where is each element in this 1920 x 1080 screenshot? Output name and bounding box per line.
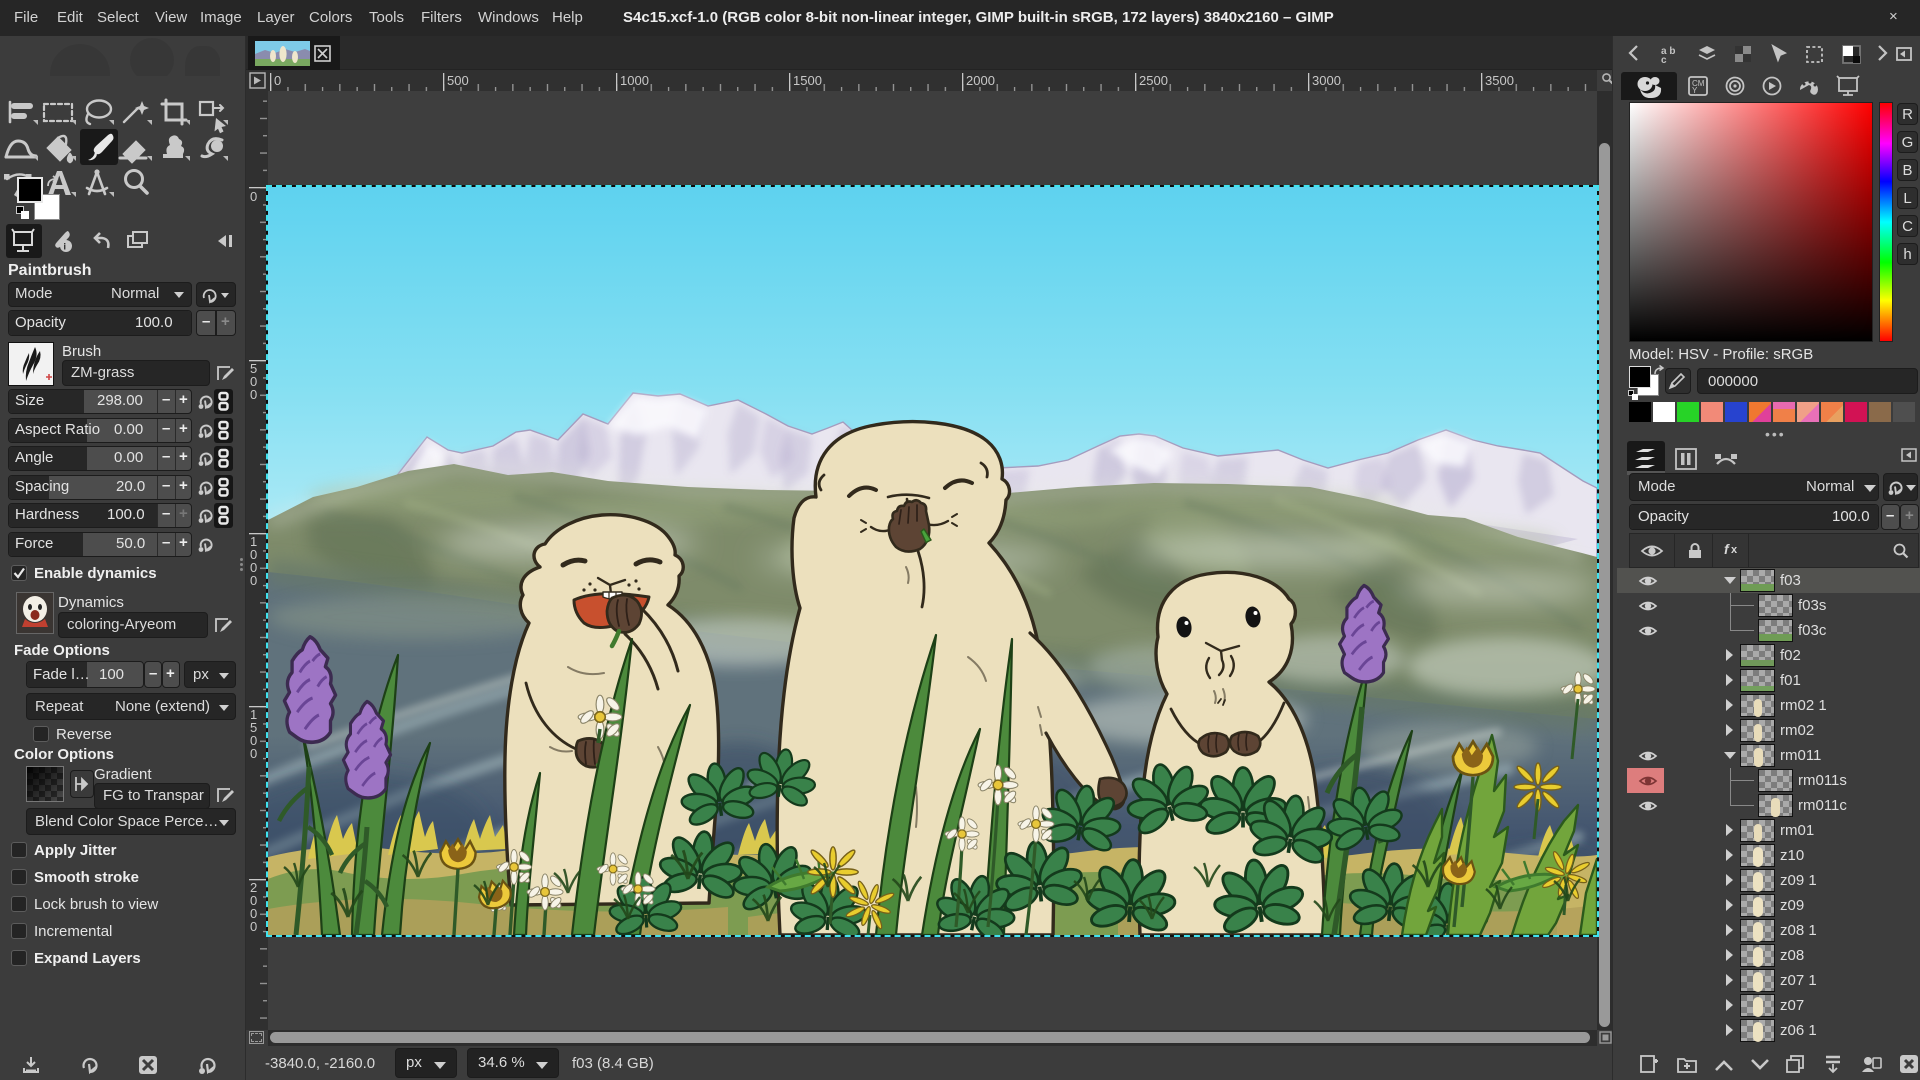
svg-text:0: 0 xyxy=(250,919,257,934)
svg-text:0: 0 xyxy=(250,746,257,761)
svg-text:0: 0 xyxy=(250,189,257,204)
svg-text:3000: 3000 xyxy=(1312,73,1341,88)
svg-text:Y: Y xyxy=(1692,86,1698,95)
svg-text:1500: 1500 xyxy=(793,73,822,88)
svg-text:0: 0 xyxy=(274,73,281,88)
svg-text:0: 0 xyxy=(250,573,257,588)
svg-text:1000: 1000 xyxy=(620,73,649,88)
svg-text:3500: 3500 xyxy=(1485,73,1514,88)
svg-text:i: i xyxy=(64,242,67,252)
svg-text:2500: 2500 xyxy=(1139,73,1168,88)
svg-text:500: 500 xyxy=(447,73,469,88)
svg-text:c: c xyxy=(1661,55,1667,66)
svg-text:0: 0 xyxy=(250,387,257,402)
svg-text:2000: 2000 xyxy=(966,73,995,88)
